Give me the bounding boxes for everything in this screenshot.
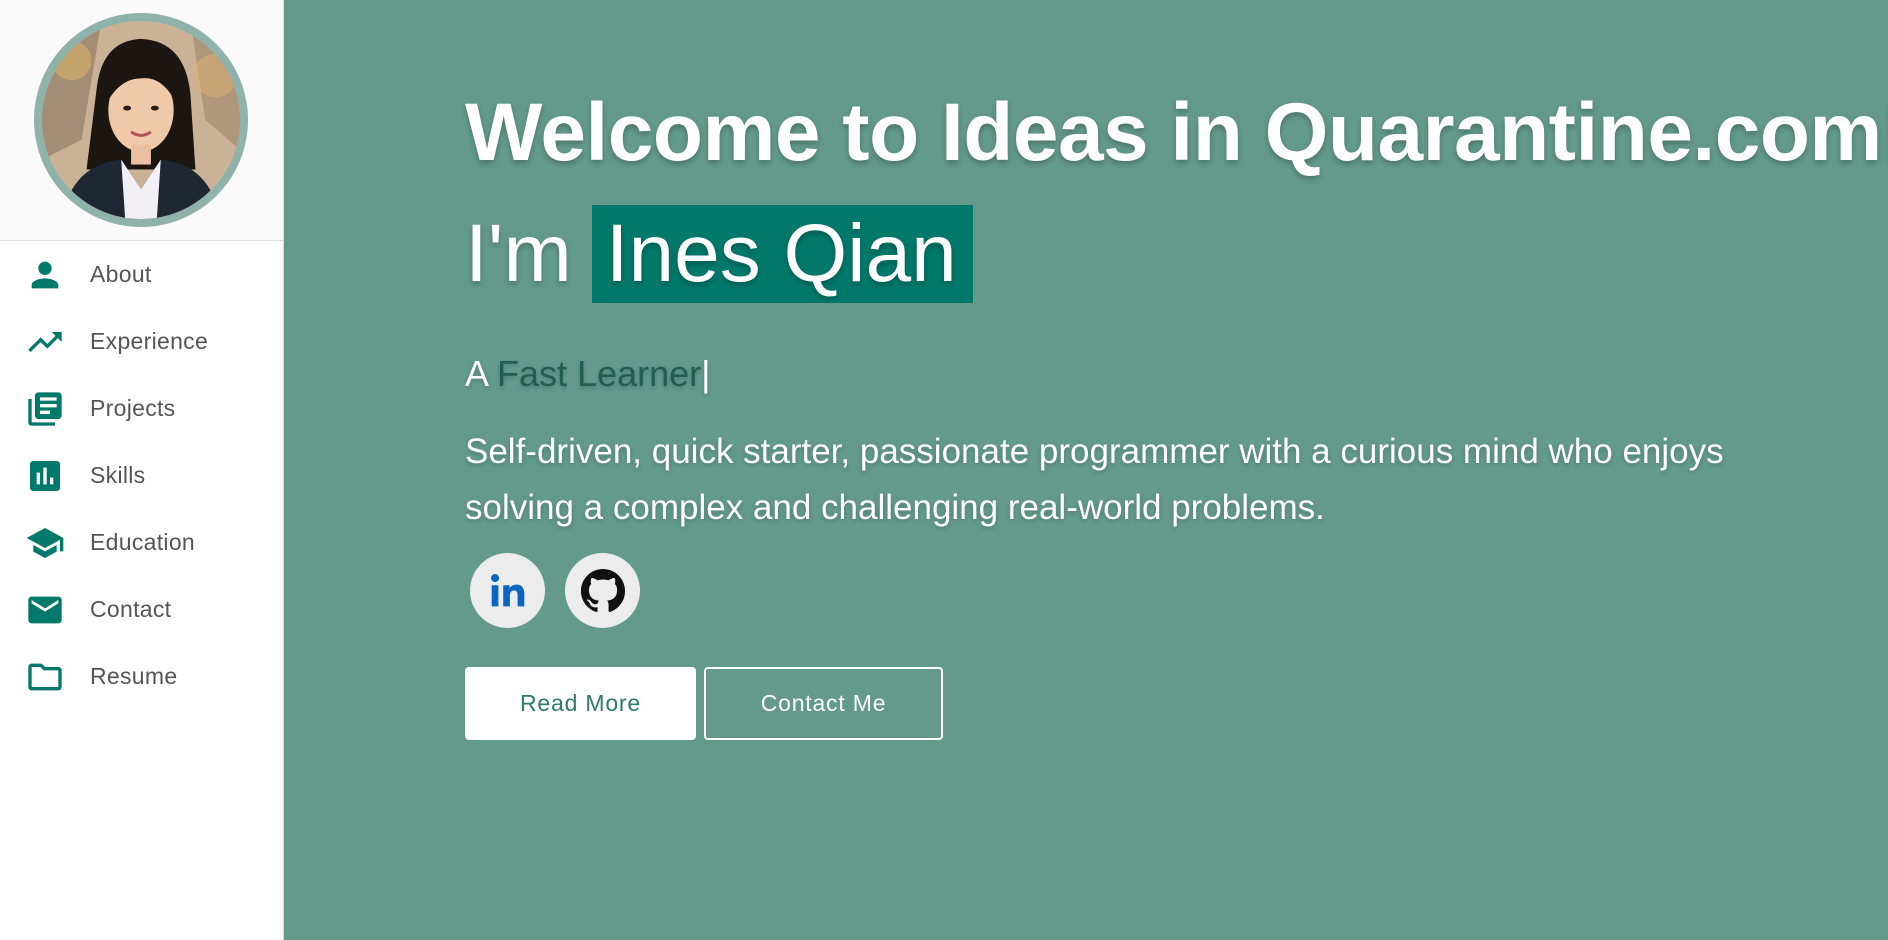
sidebar: About Experience Projects Skills Educati… <box>0 0 284 940</box>
hero-headline: Welcome to Ideas in Quarantine.com! <box>465 87 1888 178</box>
library-books-icon <box>0 389 90 429</box>
sidebar-item-education[interactable]: Education <box>0 509 283 576</box>
sidebar-item-contact[interactable]: Contact <box>0 576 283 643</box>
hero-section: Welcome to Ideas in Quarantine.com! I'm … <box>285 0 1888 940</box>
mail-icon <box>0 590 90 630</box>
sidebar-item-about[interactable]: About <box>0 241 283 308</box>
hero-description: Self-driven, quick starter, passionate p… <box>465 432 1724 527</box>
github-icon <box>580 568 625 612</box>
bar-chart-icon <box>0 456 90 496</box>
read-more-button[interactable]: Read More <box>465 667 696 740</box>
sidebar-item-label: Projects <box>90 395 176 421</box>
name-highlight: Ines Qian <box>591 205 973 303</box>
sidebar-item-projects[interactable]: Projects <box>0 375 283 442</box>
social-links <box>470 553 640 628</box>
sidebar-item-label: About <box>90 261 152 287</box>
sidebar-item-resume[interactable]: Resume <box>0 643 283 710</box>
sidebar-item-skills[interactable]: Skills <box>0 442 283 509</box>
sidebar-item-label: Resume <box>90 663 178 689</box>
typed-text: Fast Learner <box>497 353 702 394</box>
typed-tagline: A Fast Learner| <box>465 353 711 395</box>
profile-area <box>0 0 283 241</box>
linkedin-icon <box>490 573 524 606</box>
sidebar-nav: About Experience Projects Skills Educati… <box>0 241 283 710</box>
name-line: I'm Ines Qian <box>465 205 973 303</box>
contact-me-button[interactable]: Contact Me <box>704 667 943 740</box>
avatar <box>34 13 248 227</box>
folder-icon <box>0 657 90 697</box>
person-icon <box>0 255 90 295</box>
sidebar-item-experience[interactable]: Experience <box>0 308 283 375</box>
profile-photo <box>42 21 240 219</box>
name-prefix: I'm <box>465 208 572 299</box>
sidebar-item-label: Education <box>90 529 195 555</box>
sidebar-item-label: Experience <box>90 328 209 354</box>
linkedin-button[interactable] <box>470 553 545 628</box>
hero-buttons: Read More Contact Me <box>465 667 943 740</box>
graduation-cap-icon <box>0 523 90 563</box>
github-button[interactable] <box>565 553 640 628</box>
typer-prefix: A <box>465 353 488 394</box>
sidebar-item-label: Skills <box>90 462 146 488</box>
trending-up-icon <box>0 322 90 362</box>
typing-cursor: | <box>701 353 711 394</box>
sidebar-item-label: Contact <box>90 596 172 622</box>
